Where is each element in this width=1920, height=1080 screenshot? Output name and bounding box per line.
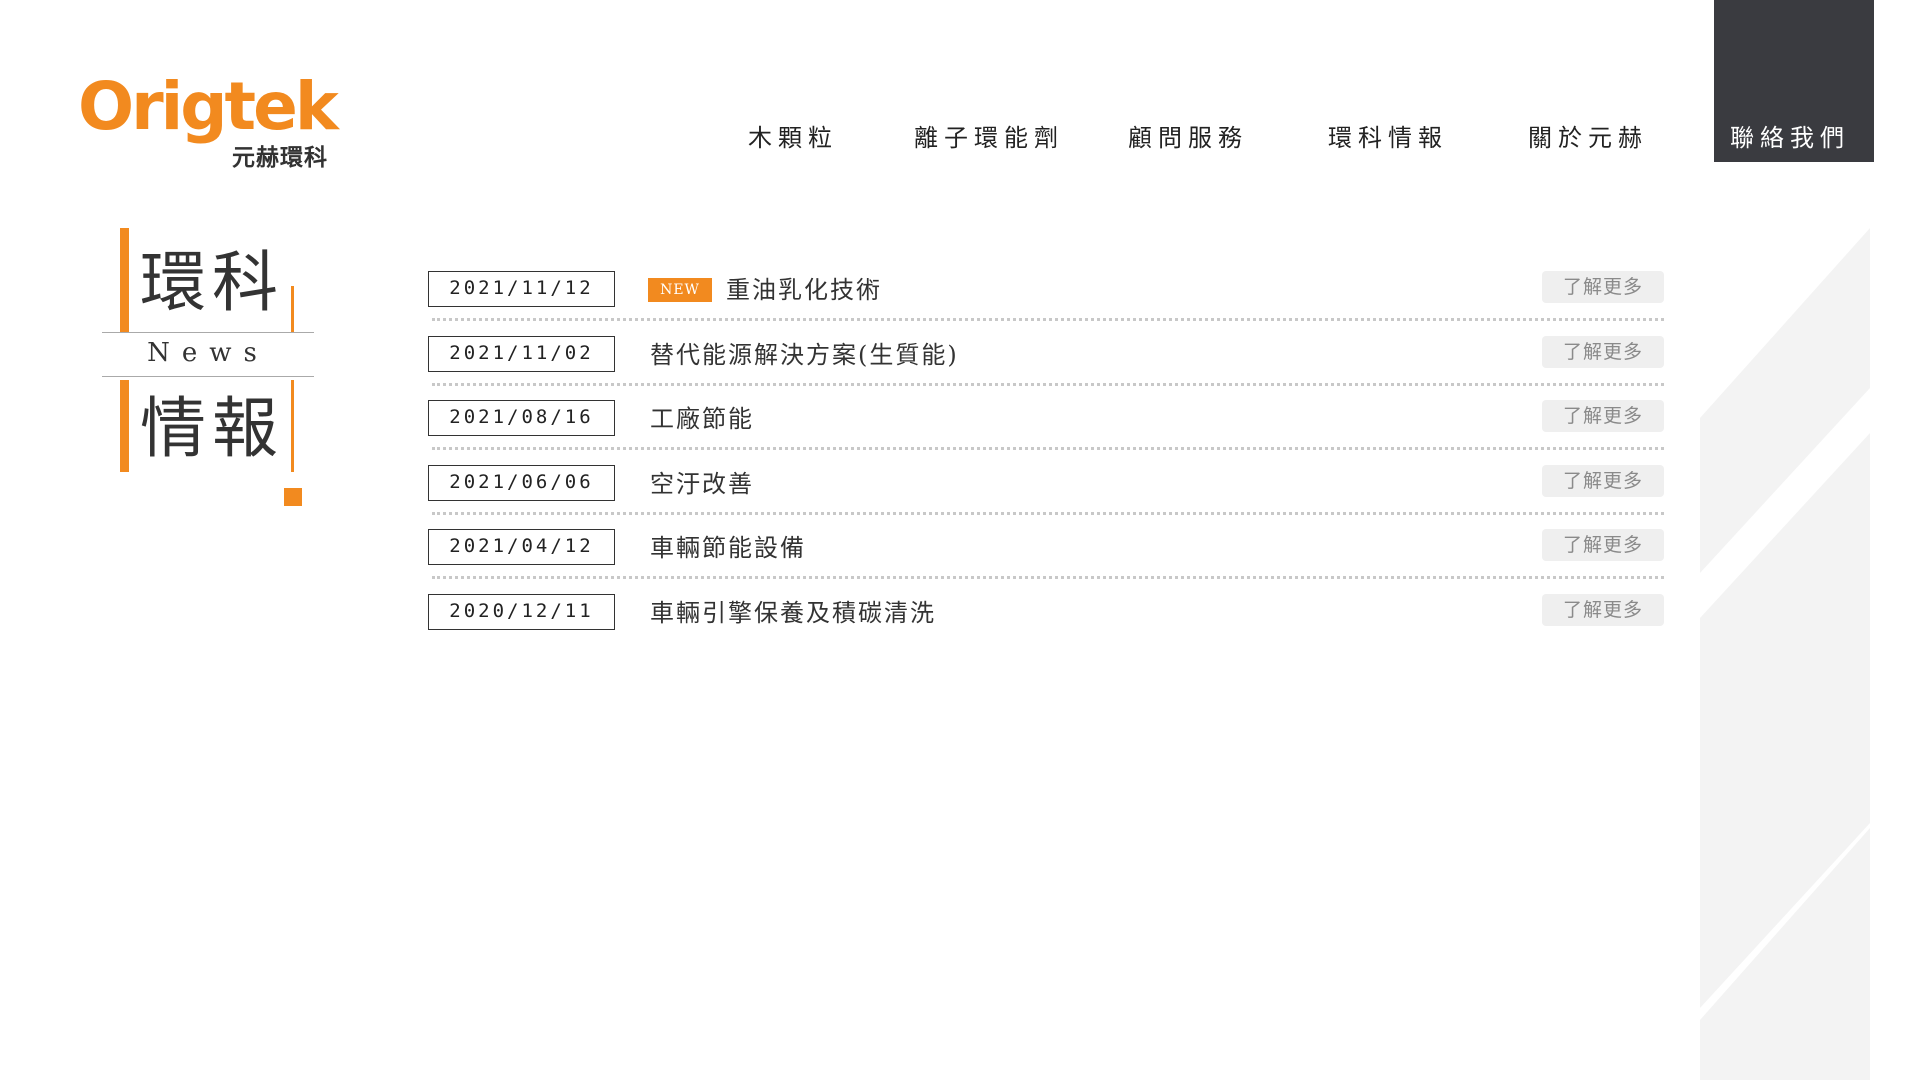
section-title-english: News	[147, 338, 269, 368]
nav-contact-button[interactable]: 聯絡我們	[1714, 0, 1874, 162]
dotted-divider	[432, 382, 1664, 386]
title-rule-top	[102, 332, 314, 333]
section-title-block: 環科 News 情報	[100, 228, 320, 528]
news-date: 2021/08/16	[428, 400, 615, 437]
dotted-divider	[432, 511, 1664, 515]
new-badge: NEW	[648, 278, 712, 302]
news-title[interactable]: 空汙改善	[650, 468, 754, 500]
accent-square	[284, 488, 302, 506]
read-more-button[interactable]: 了解更多	[1542, 593, 1664, 626]
news-item[interactable]: 2021/04/12 車輛節能設備 了解更多	[428, 528, 1664, 593]
news-item[interactable]: 2020/12/11 車輛引擎保養及積碳清洗 了解更多	[428, 593, 1664, 658]
nav-item-about[interactable]: 關於元赫	[1528, 118, 1648, 153]
news-item[interactable]: 2021/06/06 空汙改善 了解更多	[428, 464, 1664, 529]
section-title-top: 環科	[140, 244, 284, 321]
dotted-divider	[432, 318, 1664, 321]
read-more-button[interactable]: 了解更多	[1542, 271, 1664, 303]
section-title-bottom: 情報	[140, 390, 284, 467]
news-date: 2021/04/12	[428, 529, 615, 566]
logo-subtitle: 元赫環科	[232, 145, 328, 171]
news-title[interactable]: 替代能源解決方案(生質能)	[650, 339, 959, 371]
nav-item-ion-energy-agent[interactable]: 離子環能劑	[914, 118, 1064, 153]
news-item[interactable]: 2021/08/16 工廠節能 了解更多	[428, 399, 1664, 464]
news-date: 2021/06/06	[428, 464, 615, 501]
news-title[interactable]: 重油乳化技術	[726, 274, 882, 306]
dotted-divider	[432, 447, 1664, 451]
news-date: 2021/11/02	[428, 335, 615, 372]
news-list: 2021/11/12 NEW 重油乳化技術 了解更多 2021/11/02 替代…	[428, 270, 1664, 658]
accent-bar-left-bottom	[120, 380, 129, 472]
news-date: 2020/12/11	[428, 593, 615, 630]
nav-contact-label: 聯絡我們	[1730, 124, 1850, 152]
title-rule-bottom	[102, 376, 314, 377]
news-date: 2021/11/12	[428, 271, 615, 307]
accent-bar-right-bottom	[291, 380, 294, 472]
dotted-divider	[432, 576, 1664, 580]
accent-bar-left-top	[120, 228, 129, 332]
read-more-button[interactable]: 了解更多	[1542, 464, 1664, 497]
nav-item-wood-pellets[interactable]: 木顆粒	[748, 118, 838, 153]
news-title[interactable]: 車輛引擎保養及積碳清洗	[650, 597, 936, 629]
nav-item-consulting[interactable]: 顧問服務	[1128, 118, 1248, 153]
decorative-stripes	[1700, 228, 1870, 1080]
read-more-button[interactable]: 了解更多	[1542, 335, 1664, 368]
read-more-button[interactable]: 了解更多	[1542, 400, 1664, 433]
logo-wordmark: Origtek	[78, 68, 339, 145]
read-more-button[interactable]: 了解更多	[1542, 529, 1664, 562]
news-item[interactable]: 2021/11/12 NEW 重油乳化技術 了解更多	[428, 270, 1664, 335]
nav-item-news[interactable]: 環科情報	[1328, 118, 1448, 153]
news-title[interactable]: 車輛節能設備	[650, 532, 806, 564]
brand-logo[interactable]: Origtek 元赫環科	[78, 74, 339, 174]
accent-bar-right-top	[291, 286, 294, 332]
news-title[interactable]: 工廠節能	[650, 403, 754, 435]
news-item[interactable]: 2021/11/02 替代能源解決方案(生質能) 了解更多	[428, 335, 1664, 400]
